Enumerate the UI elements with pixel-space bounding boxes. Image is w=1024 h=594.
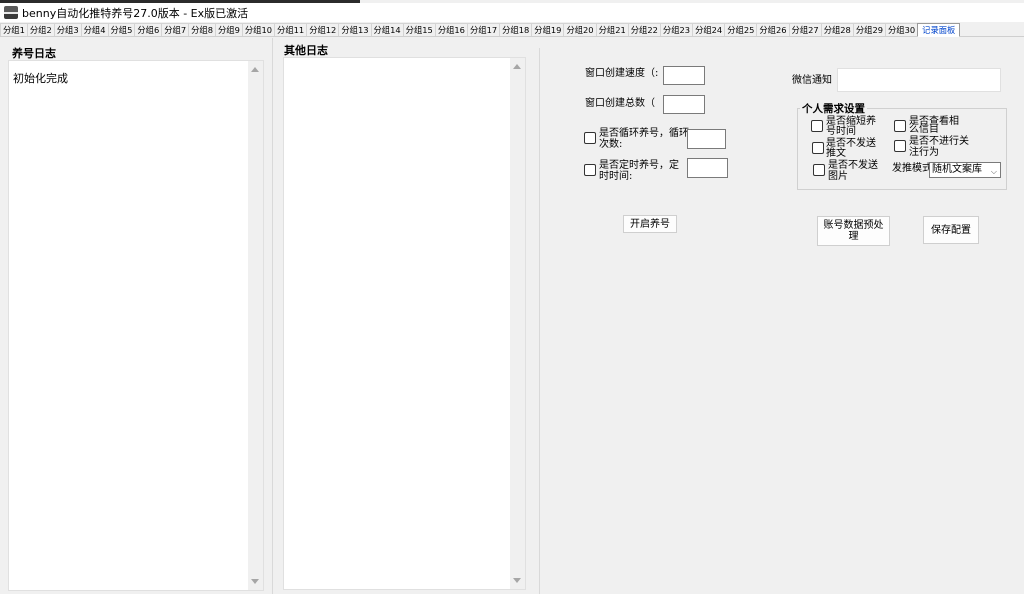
chevron-down-icon: ⌵ [990,167,997,176]
window-speed-input[interactable] [663,66,705,85]
panel-divider [539,48,540,594]
option-label: 注行为 [909,147,939,158]
no-follow-checkbox[interactable] [894,140,906,152]
left-log-box[interactable]: 初始化完成 [8,60,264,591]
app-icon [4,6,18,19]
tab-record-panel[interactable]: 记录面板 [917,23,961,37]
tab-group-9[interactable]: 分组9 [215,23,243,36]
tab-group-8[interactable]: 分组8 [188,23,216,36]
tab-group-24[interactable]: 分组24 [692,23,726,36]
tab-group-28[interactable]: 分组28 [820,23,854,36]
scroll-down-icon[interactable] [513,578,521,583]
other-log-box[interactable] [283,57,526,590]
tab-group-2[interactable]: 分组2 [26,23,55,36]
title-bar: benny自动化推特养号27.0版本 - Ex版已激活 [0,3,1024,22]
option-label: 图片 [828,171,848,182]
tab-group-10[interactable]: 分组10 [241,23,276,36]
no-tweet-checkbox[interactable] [812,142,824,154]
tab-group-23[interactable]: 分组23 [659,23,694,36]
personal-settings-title: 个人需求设置 [800,101,867,116]
tab-strip: 分组1 分组2 分组3 分组4 分组5 分组6 分组7 分组8 分组9 分组10 分组11 分组12 分… [0,23,1024,37]
view-option-checkbox[interactable] [894,120,906,132]
option-label: 是否不进行关 [909,136,969,147]
tab-group-15[interactable]: 分组15 [402,23,436,36]
option-label: 号时间 [826,126,856,137]
tab-group-26[interactable]: 分组26 [756,23,790,36]
panel-divider [272,38,273,594]
timed-time-input[interactable] [687,158,728,178]
timed-label-line1: 是否定时养号，定 [599,160,679,171]
tab-group-21[interactable]: 分组21 [595,23,629,36]
tab-group-27[interactable]: 分组27 [788,23,822,36]
no-image-checkbox[interactable] [813,164,825,176]
tab-group-1[interactable]: 分组1 [0,23,28,36]
tab-group-7[interactable]: 分组7 [161,23,190,36]
left-log-scrollbar[interactable] [248,61,263,590]
preprocess-button[interactable]: 账号数据预处理 [817,216,890,246]
tab-group-29[interactable]: 分组29 [852,23,886,36]
tab-group-17[interactable]: 分组17 [466,23,501,36]
loop-label-line1: 是否循环养号，循环 [599,128,689,139]
option-label: 是否不发送 [828,160,878,171]
loop-count-input[interactable] [687,129,726,149]
left-log-text: 初始化完成 [13,72,68,85]
tab-group-12[interactable]: 分组12 [306,23,340,36]
save-config-button[interactable]: 保存配置 [923,216,979,244]
start-button[interactable]: 开启养号 [623,215,677,233]
other-log-title: 其他日志 [284,44,328,57]
loop-label-line2: 次数: [599,139,623,150]
option-label: 推文 [826,148,846,159]
window-total-label: 窗口创建总数（ [585,98,655,109]
window-total-input[interactable] [663,95,705,114]
wechat-label: 微信通知 [792,75,832,86]
tab-group-14[interactable]: 分组14 [370,23,404,36]
tweet-mode-value: 随机文案库 [932,164,982,175]
window-speed-label: 窗口创建速度（: [585,68,659,79]
window-title: benny自动化推特养号27.0版本 - Ex版已激活 [22,6,249,20]
tab-group-5[interactable]: 分组5 [107,23,136,36]
tab-group-22[interactable]: 分组22 [627,23,661,36]
tab-group-25[interactable]: 分组25 [724,23,758,36]
tab-group-13[interactable]: 分组13 [338,23,372,36]
tweet-mode-label: 发推模式 [892,163,932,174]
scroll-up-icon[interactable] [251,67,259,72]
scroll-up-icon[interactable] [513,64,521,69]
loop-checkbox[interactable] [584,132,596,144]
shorten-time-checkbox[interactable] [811,120,823,132]
tab-group-19[interactable]: 分组19 [531,23,565,36]
tab-group-6[interactable]: 分组6 [134,23,163,36]
tab-group-11[interactable]: 分组11 [274,23,308,36]
tab-group-18[interactable]: 分组18 [499,23,533,36]
wechat-input[interactable] [837,68,1001,92]
scroll-down-icon[interactable] [251,579,259,584]
option-label: 么信目 [909,124,939,135]
tab-group-16[interactable]: 分组16 [434,23,468,36]
tweet-mode-select[interactable]: 随机文案库 ⌵ [929,162,1001,178]
timed-label-line2: 时时间: [599,171,633,182]
tab-group-3[interactable]: 分组3 [53,23,82,36]
tab-group-30[interactable]: 分组30 [885,23,919,36]
left-log-title: 养号日志 [12,47,56,60]
other-log-scrollbar[interactable] [510,58,525,589]
tab-group-20[interactable]: 分组20 [563,23,597,36]
tab-group-4[interactable]: 分组4 [80,23,109,36]
timed-checkbox[interactable] [584,164,596,176]
